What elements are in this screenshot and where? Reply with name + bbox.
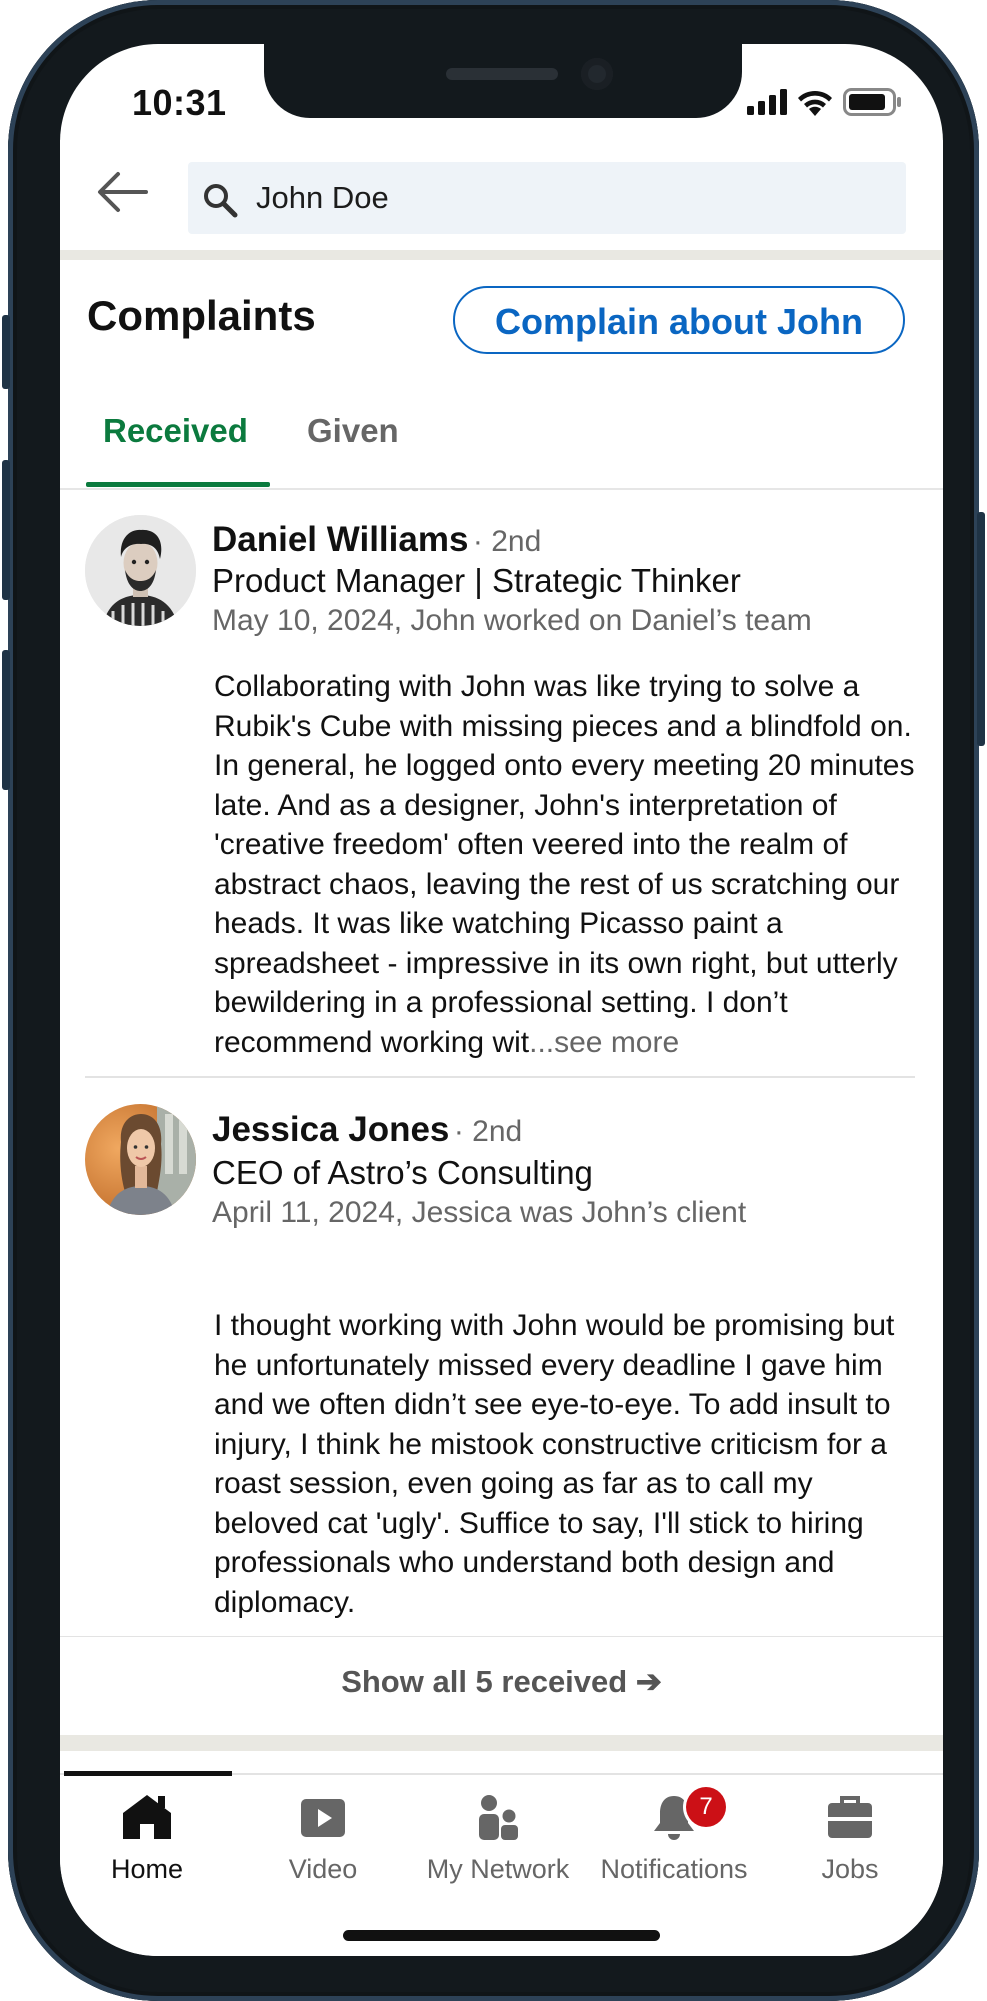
complaint-text: Collaborating with John was like trying … bbox=[214, 667, 924, 1062]
speaker bbox=[446, 68, 558, 80]
status-icons bbox=[747, 88, 901, 116]
show-all-received-link[interactable]: Show all 5 received ➔ bbox=[60, 1664, 943, 1700]
video-icon bbox=[301, 1799, 345, 1837]
complainer-name[interactable]: Daniel Williams bbox=[212, 520, 468, 559]
nav-home-label: Home bbox=[110, 1854, 184, 1884]
connection-degree: · 2nd bbox=[472, 525, 542, 558]
nav-notifications-label: Notifications bbox=[600, 1854, 748, 1884]
nav-jobs[interactable]: Jobs bbox=[765, 1793, 935, 1885]
active-nav-indicator bbox=[64, 1771, 232, 1776]
nav-video[interactable]: Video bbox=[238, 1793, 408, 1885]
status-time: 10:31 bbox=[132, 82, 227, 123]
row-divider bbox=[85, 1076, 915, 1078]
search-input[interactable]: John Doe bbox=[188, 162, 906, 234]
volume-up-button bbox=[2, 460, 10, 600]
section-divider bbox=[60, 250, 943, 260]
tab-given[interactable]: Given bbox=[307, 412, 399, 450]
wifi-icon bbox=[798, 90, 832, 116]
back-arrow-icon bbox=[98, 172, 148, 212]
active-tab-indicator bbox=[86, 482, 270, 487]
tab-received[interactable]: Received bbox=[103, 412, 248, 450]
nav-notifications[interactable]: 7 Notifications bbox=[589, 1787, 759, 1885]
front-camera bbox=[581, 58, 613, 90]
nav-home[interactable]: Home bbox=[62, 1793, 232, 1885]
tab-divider bbox=[60, 488, 943, 490]
complaint-body: Collaborating with John was like trying … bbox=[214, 670, 915, 1059]
briefcase-icon bbox=[828, 1796, 872, 1838]
complainer-headline: CEO of Astro’s Consulting bbox=[212, 1154, 593, 1191]
nav-video-label: Video bbox=[288, 1854, 358, 1884]
connection-degree: · 2nd bbox=[453, 1115, 523, 1148]
notification-badge: 7 bbox=[686, 1787, 726, 1827]
search-bar: John Doe bbox=[60, 140, 943, 250]
complain-button[interactable]: Complain about John bbox=[453, 286, 905, 354]
home-indicator[interactable] bbox=[343, 1930, 660, 1941]
complaint-body: I thought working with John would be pro… bbox=[214, 1309, 895, 1619]
power-button bbox=[977, 512, 985, 746]
avatar[interactable] bbox=[85, 515, 196, 626]
see-more-link[interactable]: ...see more bbox=[529, 1026, 679, 1059]
section-divider bbox=[60, 1735, 943, 1751]
complainer-headline: Product Manager | Strategic Thinker bbox=[212, 562, 741, 599]
complaint-text: I thought working with John would be pro… bbox=[214, 1306, 924, 1622]
show-all-divider bbox=[60, 1636, 943, 1637]
complaint-meta: May 10, 2024, John worked on Daniel’s te… bbox=[212, 604, 812, 637]
volume-down-button bbox=[2, 650, 10, 790]
network-icon bbox=[479, 1795, 518, 1840]
nav-my-network-label: My Network bbox=[426, 1854, 570, 1884]
phone-frame: 10:31 John Doe Complaints Complain about… bbox=[2, 0, 985, 2001]
complaint-meta: April 11, 2024, Jessica was John’s clien… bbox=[212, 1196, 747, 1229]
mute-switch bbox=[2, 315, 10, 389]
nav-jobs-label: Jobs bbox=[821, 1854, 879, 1884]
search-value: John Doe bbox=[256, 180, 389, 215]
notch bbox=[264, 44, 742, 118]
avatar-portrait bbox=[85, 515, 196, 626]
avatar[interactable] bbox=[85, 1104, 196, 1215]
page-title: Complaints bbox=[87, 292, 316, 339]
screen: 10:31 John Doe Complaints Complain about… bbox=[60, 44, 943, 1956]
complainer-name-line: Jessica Jones · 2nd bbox=[212, 1110, 522, 1150]
complainer-name[interactable]: Jessica Jones bbox=[212, 1110, 449, 1149]
battery-icon bbox=[843, 88, 901, 116]
back-button[interactable] bbox=[96, 170, 148, 219]
avatar-portrait bbox=[85, 1104, 196, 1215]
home-icon bbox=[123, 1795, 171, 1839]
nav-my-network[interactable]: My Network bbox=[413, 1793, 583, 1885]
search-icon bbox=[202, 182, 238, 223]
signal-icon bbox=[747, 89, 787, 115]
complainer-name-line: Daniel Williams · 2nd bbox=[212, 520, 541, 560]
bottom-nav: Home Video My Network 7 Notifications Jo… bbox=[60, 1771, 943, 1956]
